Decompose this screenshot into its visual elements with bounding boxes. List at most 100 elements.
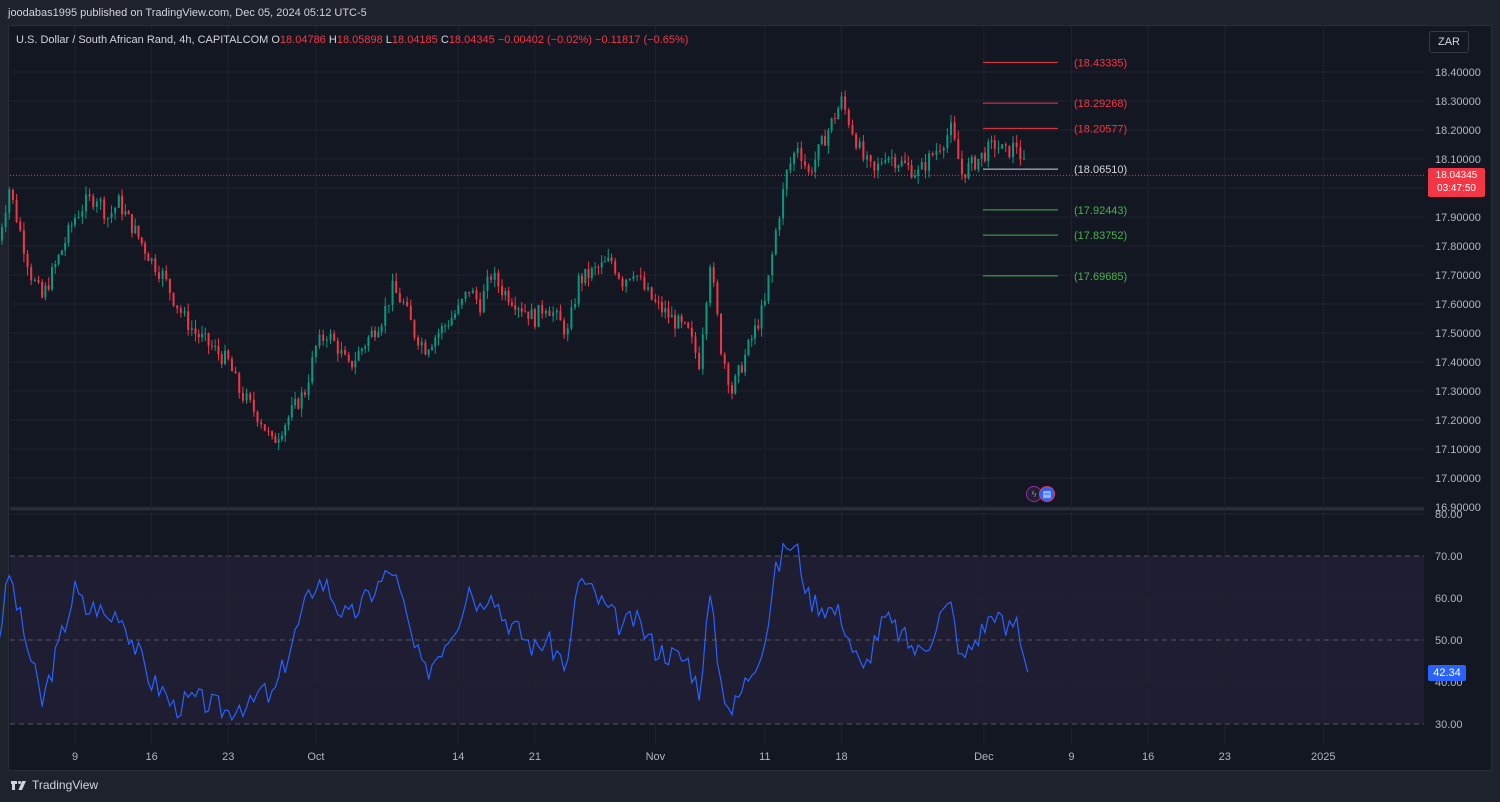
candle-body	[364, 346, 367, 349]
candle-body	[924, 162, 927, 171]
candle	[510, 297, 513, 308]
candle	[810, 167, 813, 176]
candle-body	[37, 279, 40, 283]
event-markers: ϟ ▤	[1026, 486, 1055, 502]
candle	[297, 397, 300, 410]
candle-body	[267, 430, 270, 432]
chart-canvas[interactable]: 18.4000018.3000018.2000018.1000018.00000…	[0, 0, 1500, 802]
time-tick-label: 2025	[1311, 751, 1335, 763]
candle	[636, 275, 639, 282]
candle	[782, 182, 785, 225]
candle-body	[344, 349, 347, 355]
candle	[657, 295, 660, 310]
time-tick-label: 21	[529, 751, 541, 763]
candle	[450, 310, 453, 327]
candle	[997, 140, 1000, 154]
candle	[907, 155, 910, 171]
candle	[168, 278, 171, 301]
candle-body	[833, 118, 836, 120]
candle	[670, 306, 673, 318]
candle	[427, 348, 430, 358]
candle	[81, 204, 84, 225]
candle-body	[793, 153, 796, 164]
candle-body	[597, 267, 600, 269]
candle	[862, 135, 865, 162]
candle-body	[493, 272, 496, 280]
candle-body	[723, 354, 726, 364]
candle	[548, 306, 551, 317]
candle-body	[329, 333, 332, 340]
candle	[946, 128, 949, 154]
candle-body	[548, 310, 551, 316]
candle	[970, 154, 973, 171]
tradingview-brand[interactable]: TradingView	[10, 778, 98, 792]
candle-body	[322, 334, 325, 341]
last-price-tag: 18.04345 03:47:50	[1428, 168, 1485, 197]
candle	[475, 286, 478, 305]
candle-body	[541, 304, 544, 314]
candle-body	[260, 422, 263, 425]
candle-body	[8, 189, 11, 213]
candle-body	[70, 225, 73, 227]
candle	[744, 349, 747, 377]
candle	[284, 423, 287, 443]
candle	[210, 339, 213, 350]
candle-body	[636, 275, 639, 277]
us-flag-event-icon[interactable]: ▤	[1039, 486, 1055, 502]
candle	[230, 356, 233, 372]
candle	[280, 431, 283, 442]
candle-body	[15, 199, 18, 222]
candle	[406, 296, 409, 308]
candle	[504, 287, 507, 301]
candle-body	[664, 308, 667, 313]
candle-body	[887, 157, 890, 161]
candle-body	[57, 254, 60, 264]
price-tick-label: 18.20000	[1435, 125, 1481, 137]
candle	[224, 344, 227, 366]
candle	[486, 269, 489, 299]
candle	[287, 415, 290, 431]
candle	[507, 286, 510, 306]
candle	[114, 206, 117, 220]
candle	[217, 338, 220, 361]
candle	[1015, 135, 1018, 154]
candle-body	[716, 282, 719, 314]
candle-body	[990, 140, 993, 142]
candle	[796, 141, 799, 158]
candles	[1, 90, 1025, 451]
price-tick-label: 17.40000	[1435, 357, 1481, 369]
candle-body	[517, 308, 520, 310]
candle	[33, 277, 36, 282]
candle-body	[140, 237, 143, 244]
candle-body	[760, 305, 763, 329]
rsi-tick-label: 80.00	[1435, 509, 1463, 521]
currency-button[interactable]: ZAR	[1429, 31, 1469, 53]
candle-body	[377, 332, 380, 338]
candle-body	[314, 346, 317, 357]
candle-body	[537, 304, 540, 327]
candle-body	[580, 275, 583, 284]
candle	[804, 153, 806, 170]
candle	[74, 214, 76, 228]
candle-body	[444, 325, 447, 327]
candle-body	[866, 155, 869, 160]
candle-body	[137, 225, 140, 238]
candle	[837, 106, 840, 120]
candle-body	[234, 371, 237, 374]
candle-body	[639, 275, 642, 277]
candle	[517, 306, 520, 318]
candle-body	[168, 278, 171, 293]
candle-body	[917, 169, 920, 176]
candle-body	[311, 356, 314, 383]
candle	[910, 159, 913, 179]
candle-body	[214, 346, 217, 348]
candle-body	[657, 301, 660, 303]
brand-name: TradingView	[32, 778, 99, 792]
candle	[77, 210, 80, 220]
symbol-title[interactable]: U.S. Dollar / South African Rand, 4h, CA…	[16, 34, 268, 46]
candle	[387, 304, 390, 314]
candle-body	[391, 280, 394, 305]
candle-body	[44, 285, 47, 298]
candle-body	[277, 439, 280, 443]
candle-body	[471, 290, 474, 294]
